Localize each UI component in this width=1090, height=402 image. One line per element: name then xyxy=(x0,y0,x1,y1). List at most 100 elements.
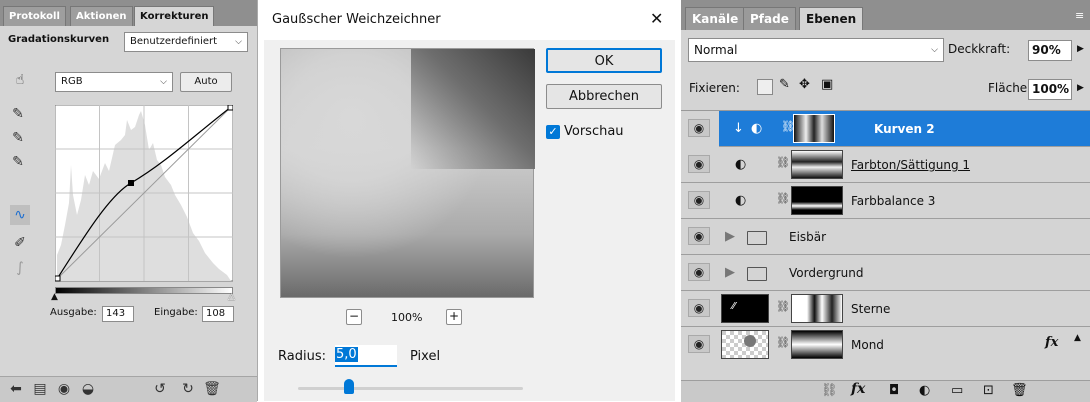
zoom-out-button[interactable]: − xyxy=(346,309,362,325)
layers-panel: Kanäle Pfade Ebenen ≡ Normal ⌵ Deckkraft… xyxy=(681,0,1090,402)
eye-icon[interactable]: ◉ xyxy=(688,119,710,137)
chevron-down-icon: ⌵ xyxy=(931,45,938,55)
link-icon: ⛓ xyxy=(776,336,790,349)
eye-icon[interactable]: ◒ xyxy=(78,379,98,399)
radius-label: Radius: xyxy=(278,349,326,364)
eye-icon[interactable]: ◉ xyxy=(688,299,710,317)
opacity-arrow-icon[interactable]: ▶ xyxy=(1077,44,1084,54)
layer-group-row[interactable]: ◉ ▶ Eisbär xyxy=(681,219,1090,255)
new-layer-icon[interactable]: ⊡ xyxy=(983,383,994,398)
preview-image[interactable] xyxy=(280,48,535,298)
curve-endpoint[interactable] xyxy=(55,275,61,282)
fill-arrow-icon[interactable]: ▶ xyxy=(1077,83,1084,93)
visibility-icon[interactable]: ◉ xyxy=(54,379,74,399)
tab-ebenen[interactable]: Ebenen xyxy=(799,7,864,30)
radius-input[interactable]: 5,0 xyxy=(335,345,397,367)
preview-checkbox[interactable]: ✓ xyxy=(546,125,560,139)
expand-arrow-icon[interactable]: ▶ xyxy=(725,229,735,244)
layer-thumbnail: ⁄⁄ xyxy=(721,294,769,323)
layer-name: Kurven 2 xyxy=(874,122,935,136)
layer-row[interactable]: ◉ ◉ ↓ ◐ ⛓ Kurven 2 xyxy=(681,111,1090,147)
tab-kanaele[interactable]: Kanäle xyxy=(685,7,746,30)
eye-icon[interactable]: ◉ xyxy=(688,335,710,353)
tab-aktionen[interactable]: Aktionen xyxy=(70,6,133,26)
preset-select[interactable]: Benutzerdefiniert ⌵ xyxy=(124,32,248,52)
lock-paint-icon[interactable]: ✎ xyxy=(779,77,790,92)
layer-row[interactable]: ◉ ◐ ⛓ Farbton/Sättigung 1 xyxy=(681,147,1090,183)
auto-button[interactable]: Auto xyxy=(180,72,232,92)
blend-mode-value: Normal xyxy=(694,43,738,57)
ok-button[interactable]: OK xyxy=(546,48,662,73)
white-point-slider[interactable]: △ xyxy=(228,292,235,302)
eye-icon[interactable]: ◉ xyxy=(688,191,710,209)
reset-previous-icon[interactable]: ↺ xyxy=(150,379,170,399)
eyedropper-black-icon[interactable]: ✎ xyxy=(8,104,28,124)
black-point-slider[interactable]: ▲ xyxy=(51,292,58,302)
fill-field[interactable]: 100% xyxy=(1028,79,1072,100)
opacity-field[interactable]: 90% xyxy=(1028,40,1072,61)
lock-transparency-icon[interactable] xyxy=(757,79,773,95)
reset-icon[interactable]: ↻ xyxy=(178,379,198,399)
adjustment-icon: ◐ xyxy=(735,193,747,208)
clip-arrow-icon: ↓ xyxy=(733,121,744,136)
preset-value: Benutzerdefiniert xyxy=(130,36,218,47)
cancel-button[interactable]: Abbrechen xyxy=(546,84,662,109)
lock-label: Fixieren: xyxy=(689,81,740,95)
scroll-up-icon[interactable]: ▲ xyxy=(1074,333,1081,343)
layer-row[interactable]: ◉ ◐ ⛓ Farbbalance 3 xyxy=(681,183,1090,219)
layer-row[interactable]: ◉ ⁄⁄ ⛓ Sterne xyxy=(681,291,1090,327)
zoom-in-button[interactable]: + xyxy=(446,309,462,325)
eyedropper-white-icon[interactable]: ✎ xyxy=(8,152,28,172)
on-image-adjust-icon[interactable]: ☝ xyxy=(10,70,30,90)
trash-icon[interactable]: 🗑 xyxy=(1011,383,1028,398)
panel-menu-icon[interactable]: ≡ xyxy=(1075,9,1084,22)
eye-icon[interactable]: ◉ xyxy=(688,263,710,281)
curve-point-icon[interactable]: ∿ xyxy=(10,205,30,225)
new-group-icon[interactable]: ▭ xyxy=(951,383,963,398)
chevron-down-icon: ⌵ xyxy=(160,77,167,87)
view-previous-icon[interactable]: ▤ xyxy=(30,379,50,399)
close-icon[interactable]: ✕ xyxy=(650,9,663,28)
eye-icon[interactable]: ◉ xyxy=(688,227,710,245)
add-mask-icon[interactable]: ◘ xyxy=(889,383,899,398)
layers-footer: ⛓ fx ◘ ◐ ▭ ⊡ 🗑 xyxy=(681,380,1090,402)
lock-all-icon[interactable]: ▣ xyxy=(821,77,833,92)
layer-mask-thumbnail xyxy=(791,186,843,215)
tab-protokoll[interactable]: Protokoll xyxy=(3,6,66,26)
radius-value: 5,0 xyxy=(335,347,358,362)
channel-select[interactable]: RGB ⌵ xyxy=(55,72,173,92)
smooth-curve-icon[interactable]: ∫ xyxy=(10,258,30,278)
tab-pfade[interactable]: Pfade xyxy=(743,7,796,30)
add-style-icon[interactable]: fx xyxy=(851,381,865,397)
right-tab-bar: Kanäle Pfade Ebenen ≡ xyxy=(681,0,1090,30)
curve-endpoint[interactable] xyxy=(227,105,233,111)
radius-slider-thumb[interactable] xyxy=(344,379,354,394)
radius-slider-track[interactable] xyxy=(298,387,523,390)
expand-arrow-icon[interactable]: ▶ xyxy=(725,265,735,280)
layer-row[interactable]: ◉ ⛓ Mond fx ▲ xyxy=(681,327,1090,361)
link-layers-icon[interactable]: ⛓ xyxy=(821,383,838,398)
layer-mask-thumbnail xyxy=(791,330,843,359)
curve-point[interactable] xyxy=(128,180,134,186)
input-field[interactable]: 108 xyxy=(202,306,234,322)
fx-badge[interactable]: fx xyxy=(1045,335,1058,350)
lock-move-icon[interactable]: ✥ xyxy=(799,77,810,92)
layer-mask-thumbnail xyxy=(793,114,835,143)
output-label: Ausgabe: xyxy=(50,307,97,318)
input-label: Eingabe: xyxy=(154,307,198,318)
link-icon: ⛓ xyxy=(776,300,790,313)
trash-icon[interactable]: 🗑 xyxy=(202,379,222,399)
eyedropper-gray-icon[interactable]: ✎ xyxy=(8,128,28,148)
new-adjustment-icon[interactable]: ◐ xyxy=(919,383,930,398)
clip-to-layer-icon[interactable]: ⬅ xyxy=(6,379,26,399)
output-field[interactable]: 143 xyxy=(102,306,134,322)
layer-name: Farbton/Sättigung 1 xyxy=(851,158,971,172)
link-icon: ⛓ xyxy=(776,192,790,205)
blend-mode-select[interactable]: Normal ⌵ xyxy=(688,38,944,62)
pencil-icon[interactable]: ✐ xyxy=(10,233,30,253)
curves-graph[interactable] xyxy=(55,105,233,285)
layer-group-row[interactable]: ◉ ▶ Vordergrund xyxy=(681,255,1090,291)
tab-korrekturen[interactable]: Korrekturen xyxy=(134,6,215,26)
channel-value: RGB xyxy=(61,76,83,87)
eye-icon[interactable]: ◉ xyxy=(688,155,710,173)
